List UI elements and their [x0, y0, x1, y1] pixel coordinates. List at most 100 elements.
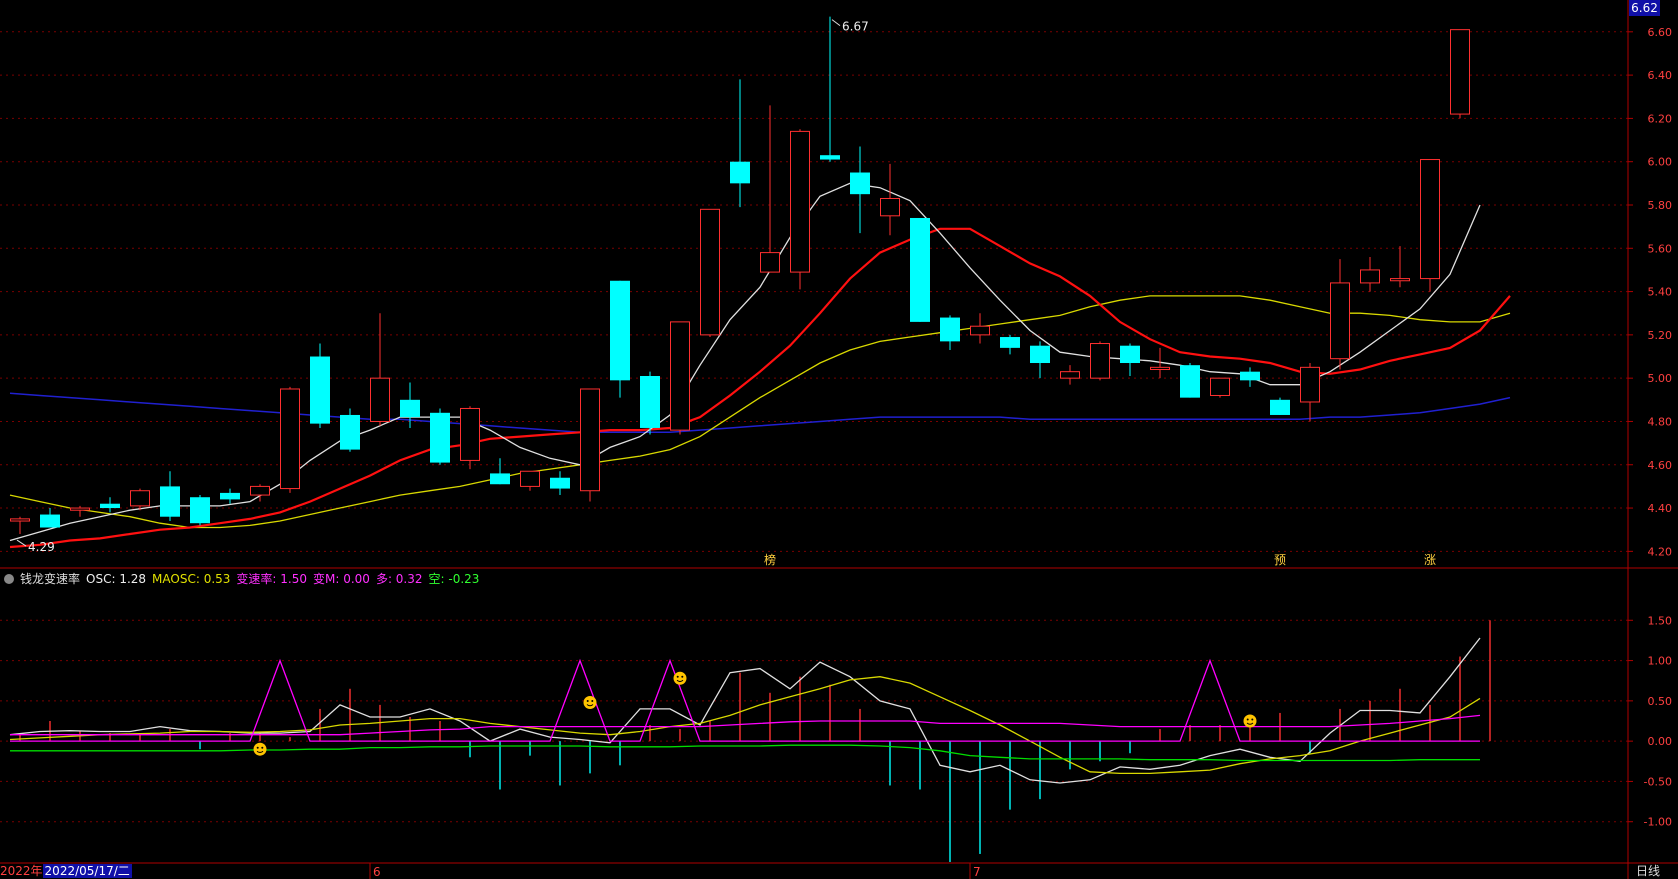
- candle-body: [310, 356, 330, 424]
- kline-chart[interactable]: 6.67 4.29 榜 预 涨 6.60 6.40 6.20 6.00 5.80 5.60 5.4…: [0, 0, 1678, 879]
- smiley-face: [1243, 714, 1257, 728]
- y-tick-label: 5.60: [1648, 242, 1673, 255]
- max-price-label: 6.67: [842, 20, 869, 34]
- candle: [670, 321, 690, 435]
- candle-body: [1390, 278, 1410, 282]
- candle: [1450, 29, 1470, 119]
- smiley-icon: [583, 695, 597, 709]
- candle: [640, 371, 660, 435]
- candle-body: [1240, 371, 1260, 381]
- month-label: 7: [973, 865, 981, 879]
- min-price-label: 4.29: [28, 540, 55, 554]
- candle: [1180, 363, 1200, 398]
- smiley-eye: [586, 699, 589, 702]
- candle-body: [1300, 366, 1320, 403]
- candle: [850, 146, 870, 234]
- candle-body: [1060, 371, 1080, 379]
- kong-value: 空: -0.23: [428, 572, 480, 586]
- candle: [790, 129, 810, 290]
- y-tick-label: 6.00: [1648, 156, 1673, 169]
- candle: [550, 471, 570, 496]
- candle: [220, 488, 240, 504]
- date-cursor: 2022年 2022/05/17/二: [0, 864, 132, 879]
- x-axis: 67: [369, 863, 981, 879]
- candle: [430, 408, 450, 465]
- candle: [160, 471, 180, 522]
- candle: [910, 217, 930, 322]
- y-tick-label: 4.60: [1648, 459, 1673, 472]
- candle-body: [1000, 337, 1020, 348]
- candle-body: [100, 503, 120, 509]
- candle: [610, 280, 630, 398]
- candle-body: [400, 399, 420, 418]
- chart-frame: [0, 0, 1678, 879]
- smiley-eye: [1251, 718, 1254, 721]
- series-空-line: [10, 744, 1480, 762]
- smiley-icon: [1243, 714, 1257, 728]
- candle: [1060, 365, 1080, 385]
- candle: [1000, 334, 1020, 355]
- smiley-icon: [253, 742, 267, 756]
- candle: [490, 458, 510, 485]
- candle-body: [820, 155, 840, 160]
- candle-body: [1360, 269, 1380, 284]
- candle-body: [460, 407, 480, 461]
- y-tick-label: 0.50: [1648, 695, 1673, 708]
- y-tick-label: -0.50: [1644, 775, 1672, 788]
- signal-marker: 涨: [1424, 552, 1436, 567]
- month-label: 6: [373, 865, 381, 879]
- y-tick-label: 1.00: [1648, 655, 1673, 668]
- bm-value: 变M: 0.00: [313, 572, 370, 586]
- candle: [1420, 159, 1440, 292]
- y-tick-label: 5.40: [1648, 286, 1673, 299]
- candle-body: [40, 514, 60, 528]
- candle: [340, 408, 360, 452]
- high-pointer: [831, 19, 841, 27]
- candle-body: [580, 388, 600, 492]
- indicator-header: 钱龙变速率 OSC: 1.28 MAOSC: 0.53 变速率: 1.50 变M…: [4, 570, 479, 588]
- candle: [520, 470, 540, 491]
- candle: [970, 313, 990, 344]
- candle-body: [340, 414, 360, 450]
- candle: [190, 495, 210, 526]
- candle-body: [370, 377, 390, 422]
- candle-body: [940, 317, 960, 342]
- candle-body: [430, 412, 450, 463]
- candles: [10, 16, 1470, 535]
- candle: [10, 516, 30, 535]
- candle-body: [610, 280, 630, 381]
- candle: [760, 105, 780, 273]
- period-label[interactable]: 日线: [1636, 864, 1660, 879]
- candle-body: [760, 252, 780, 273]
- candle-body: [1270, 399, 1290, 415]
- candle: [70, 505, 90, 517]
- candle-body: [190, 497, 210, 524]
- candle: [1090, 341, 1110, 381]
- y-tick-label: 1.50: [1648, 614, 1673, 627]
- y-tick-label: 4.40: [1648, 502, 1673, 515]
- candle-body: [160, 486, 180, 517]
- candle-body: [640, 376, 660, 428]
- candle-body: [220, 492, 240, 500]
- candle: [1330, 259, 1350, 370]
- candle: [940, 315, 960, 351]
- y-tick-label: 6.60: [1648, 26, 1673, 39]
- candle: [580, 388, 600, 502]
- indicator-toggle-icon[interactable]: [4, 574, 14, 584]
- smiley-face: [673, 671, 687, 685]
- candle-body: [10, 518, 30, 522]
- candle-body: [520, 470, 540, 487]
- candle: [1270, 397, 1290, 415]
- indicator-name[interactable]: 钱龙变速率: [20, 570, 80, 588]
- candle-body: [1030, 345, 1050, 364]
- candle-body: [1420, 159, 1440, 280]
- smiley-eye: [676, 675, 679, 678]
- candle: [1360, 256, 1380, 292]
- candle: [1120, 343, 1140, 376]
- y-tick-label: 4.80: [1648, 415, 1673, 428]
- y-tick-label: 5.20: [1648, 329, 1673, 342]
- maosc-value: MAOSC: 0.53: [152, 572, 231, 586]
- y-axis: 6.60 6.40 6.20 6.00 5.80 5.60 5.40 5.20 5.00 4.80…: [1628, 26, 1672, 829]
- year-label: 2022年: [0, 864, 43, 878]
- smiley-eye: [1246, 718, 1249, 721]
